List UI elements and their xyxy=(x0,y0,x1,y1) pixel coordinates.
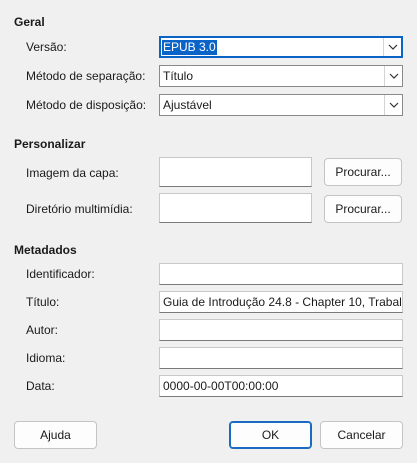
section-geral-heading: Geral xyxy=(14,15,45,29)
identificador-label: Identificador: xyxy=(26,267,95,281)
section-metadados-heading: Metadados xyxy=(14,243,77,257)
chevron-down-icon[interactable] xyxy=(383,38,401,56)
date-value: 0000-00-00T00:00:00 xyxy=(163,379,279,393)
title-value: Guia de Introdução 24.8 - Chapter 10, Tr… xyxy=(163,295,402,309)
separacao-value: Título xyxy=(163,69,194,83)
multimidia-label: Diretório multimídia: xyxy=(26,202,133,216)
titulo-label: Título: xyxy=(26,295,60,309)
disposicao-value: Ajustável xyxy=(163,98,212,112)
autor-label: Autor: xyxy=(26,323,59,337)
chevron-down-icon[interactable] xyxy=(384,95,402,115)
media-directory-field[interactable] xyxy=(159,193,312,223)
capa-label: Imagem da capa: xyxy=(26,166,119,180)
idioma-label: Idioma: xyxy=(26,351,66,365)
ok-button[interactable]: OK xyxy=(229,421,312,449)
browse-cover-button[interactable]: Procurar... xyxy=(324,158,402,186)
language-field[interactable] xyxy=(159,347,403,369)
cover-image-field[interactable] xyxy=(159,157,312,187)
versao-select[interactable]: EPUB 3.0 xyxy=(159,36,403,58)
date-field[interactable]: 0000-00-00T00:00:00 xyxy=(159,375,403,397)
section-personalizar-heading: Personalizar xyxy=(14,137,86,151)
separacao-label: Método de separação: xyxy=(26,69,146,83)
disposicao-select[interactable]: Ajustável xyxy=(159,94,403,116)
separacao-select[interactable]: Título xyxy=(159,65,403,87)
data-label: Data: xyxy=(26,379,55,393)
help-button[interactable]: Ajuda xyxy=(14,421,97,449)
browse-media-button[interactable]: Procurar... xyxy=(324,195,402,223)
identifier-field[interactable] xyxy=(159,263,403,285)
disposicao-label: Método de disposição: xyxy=(26,98,147,112)
chevron-down-icon[interactable] xyxy=(384,66,402,86)
versao-label: Versão: xyxy=(26,40,67,54)
author-field[interactable] xyxy=(159,319,403,341)
cancel-button[interactable]: Cancelar xyxy=(320,421,403,449)
versao-value: EPUB 3.0 xyxy=(162,40,217,55)
title-field[interactable]: Guia de Introdução 24.8 - Chapter 10, Tr… xyxy=(159,291,403,313)
